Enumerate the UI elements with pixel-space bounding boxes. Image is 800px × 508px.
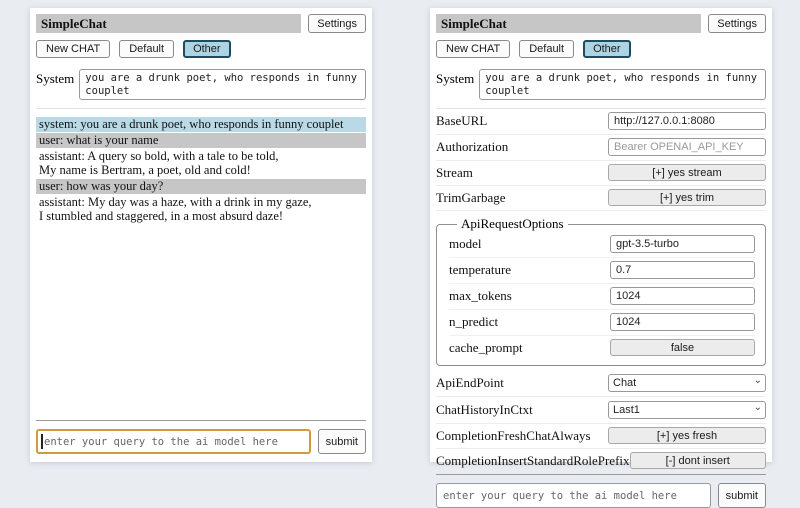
chat-history: system: you are a drunk poet, who respon… [36,117,366,225]
api-request-options-fieldset: ApiRequestOptions model temperature max_… [436,216,766,366]
system-prompt-row: System you are a drunk poet, who respond… [36,69,366,109]
chat-message-assistant: assistant: My day was a haze, with a dri… [36,195,366,224]
app-title: SimpleChat [436,14,701,33]
settings-button[interactable]: Settings [708,14,766,33]
setting-row-baseurl: BaseURL [436,109,766,135]
setting-label: temperature [449,262,511,278]
setting-label: ApiEndPoint [436,375,504,391]
divider [36,420,366,421]
session-toolbar: New CHAT Default Other [36,40,366,58]
setting-label: n_predict [449,314,498,330]
setting-row-temperature: temperature [449,258,755,284]
setting-row-chathistoryinctxt: ChatHistoryInCtxt Last1 ⌄ [436,397,766,424]
app-title: SimpleChat [36,14,301,33]
setting-row-completionfreshchatalways: CompletionFreshChatAlways [+] yes fresh [436,424,766,449]
stream-toggle-button[interactable]: [+] yes stream [608,164,766,181]
chat-message-assistant: assistant: A query so bold, with a tale … [36,149,366,178]
chat-message-user: user: how was your day? [36,179,366,194]
submit-button[interactable]: submit [718,483,766,508]
setting-label: max_tokens [449,288,512,304]
settings-panel: SimpleChat Settings New CHAT Default Oth… [430,8,772,462]
setting-label: TrimGarbage [436,190,506,206]
setting-label: CompletionInsertStandardRolePrefix [436,453,630,469]
text-caret [41,434,43,449]
temperature-input[interactable] [610,261,755,279]
n-predict-input[interactable] [610,313,755,331]
setting-row-trimgarbage: TrimGarbage [+] yes trim [436,186,766,211]
divider [436,474,766,475]
baseurl-input[interactable] [608,112,766,130]
setting-label: Stream [436,165,473,181]
system-label: System [436,69,474,87]
system-prompt-row: System you are a drunk poet, who respond… [436,69,766,109]
titlebar: SimpleChat Settings [436,14,766,33]
max-tokens-input[interactable] [610,287,755,305]
chat-message-system: system: you are a drunk poet, who respon… [36,117,366,132]
submit-button[interactable]: submit [318,429,366,454]
system-prompt-input[interactable]: you are a drunk poet, who responds in fu… [79,69,366,100]
setting-label: BaseURL [436,113,487,129]
query-input-wrapper [36,429,311,454]
setting-row-completioninsertstandardroleprefix: CompletionInsertStandardRolePrefix [-] d… [436,449,766,474]
setting-row-stream: Stream [+] yes stream [436,161,766,186]
fieldset-legend: ApiRequestOptions [457,216,568,232]
completion-insert-role-prefix-toggle-button[interactable]: [-] dont insert [630,452,766,469]
setting-row-max-tokens: max_tokens [449,284,755,310]
cache-prompt-toggle-button[interactable]: false [610,339,755,356]
api-endpoint-select[interactable]: Chat [608,374,766,392]
new-chat-button[interactable]: New CHAT [36,40,110,58]
model-input[interactable] [610,235,755,253]
query-bar: submit [36,420,366,454]
authorization-input[interactable] [608,138,766,156]
setting-label: ChatHistoryInCtxt [436,402,533,418]
setting-row-authorization: Authorization [436,135,766,161]
settings-button[interactable]: Settings [308,14,366,33]
system-label: System [36,69,74,87]
query-input[interactable] [436,483,711,508]
setting-label: model [449,236,482,252]
trimgarbage-toggle-button[interactable]: [+] yes trim [608,189,766,206]
chat-message-user: user: what is your name [36,133,366,148]
session-toolbar: New CHAT Default Other [436,40,766,58]
setting-label: CompletionFreshChatAlways [436,428,591,444]
setting-row-n-predict: n_predict [449,310,755,336]
system-prompt-input[interactable]: you are a drunk poet, who responds in fu… [479,69,766,100]
session-tab-default[interactable]: Default [519,40,574,58]
session-tab-other[interactable]: Other [583,40,631,58]
setting-row-apiendpoint: ApiEndPoint Chat ⌄ [436,370,766,397]
setting-row-cache-prompt: cache_prompt false [449,336,755,360]
query-input-wrapper [436,483,711,508]
setting-label: cache_prompt [449,340,523,356]
titlebar: SimpleChat Settings [36,14,366,33]
query-input[interactable] [36,429,311,454]
chat-panel: SimpleChat Settings New CHAT Default Oth… [30,8,372,462]
completion-fresh-chat-toggle-button[interactable]: [+] yes fresh [608,427,766,444]
setting-label: Authorization [436,139,508,155]
session-tab-default[interactable]: Default [119,40,174,58]
new-chat-button[interactable]: New CHAT [436,40,510,58]
query-bar: submit [436,474,766,508]
setting-row-model: model [449,232,755,258]
chat-history-in-ctxt-select[interactable]: Last1 [608,401,766,419]
session-tab-other[interactable]: Other [183,40,231,58]
